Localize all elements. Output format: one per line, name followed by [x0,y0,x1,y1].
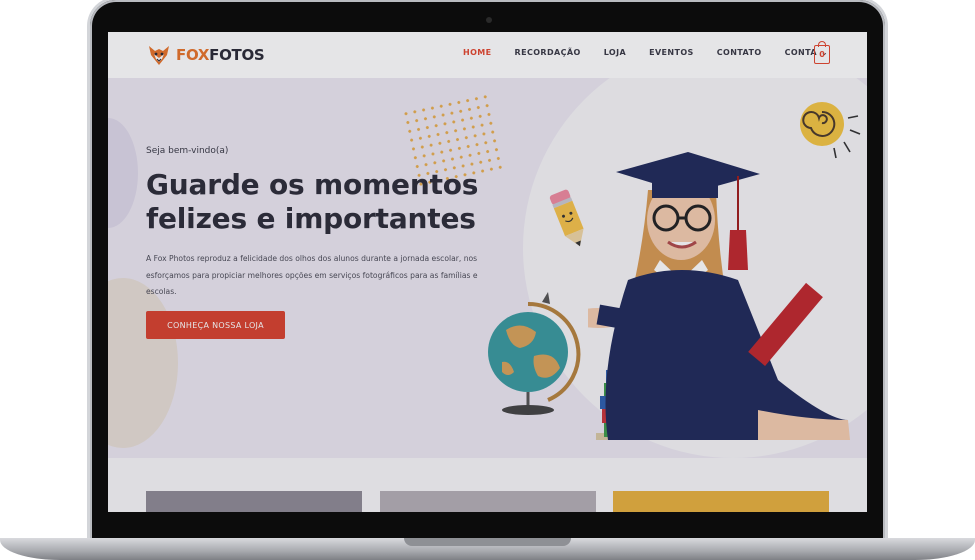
featured-card[interactable] [146,491,362,512]
hero-welcome: Seja bem-vindo(a) [146,146,229,156]
nav-loja[interactable]: LOJA [604,48,626,57]
cart-icon[interactable]: 0 [814,41,830,64]
featured-card[interactable] [613,491,829,512]
cart-count: 0 [819,50,825,59]
nav-contato[interactable]: CONTATO [717,48,762,57]
decorative-blob [108,118,138,228]
nav-eventos[interactable]: EVENTOS [649,48,694,57]
decorative-blob [108,278,178,448]
site-logo[interactable]: FOXFOTOS [146,42,265,68]
shop-cta-button[interactable]: CONHEÇA NOSSA LOJA [146,311,285,339]
main-nav: HOME RECORDAÇÃO LOJA EVENTOS CONTATO CON… [463,48,851,57]
logo-text-fox: FOX [176,46,210,64]
laptop-hinge-notch [404,538,571,546]
site-header: FOXFOTOS HOME RECORDAÇÃO LOJA EVENTOS CO… [108,32,867,78]
nav-home[interactable]: HOME [463,48,492,57]
graduate-girl-image [588,152,850,440]
laptop-screen: FOXFOTOS HOME RECORDAÇÃO LOJA EVENTOS CO… [108,32,867,512]
webcam-icon [486,17,492,23]
logo-text-fotos: FOTOS [209,46,265,64]
featured-card[interactable] [380,491,596,512]
globe-icon [488,292,581,415]
hero-headline: Guarde os momentos felizes e importantes [146,168,479,235]
fox-logo-icon [149,46,169,65]
nav-conta-label: CONTA [784,48,817,57]
hero-description: A Fox Photos reproduz a felicidade dos o… [146,254,478,296]
logo-text: FOXFOTOS [176,46,265,64]
hero-section: Seja bem-vindo(a) Guarde os momentos fel… [108,78,867,458]
featured-section [108,458,867,512]
nav-recordacao[interactable]: RECORDAÇÃO [515,48,581,57]
